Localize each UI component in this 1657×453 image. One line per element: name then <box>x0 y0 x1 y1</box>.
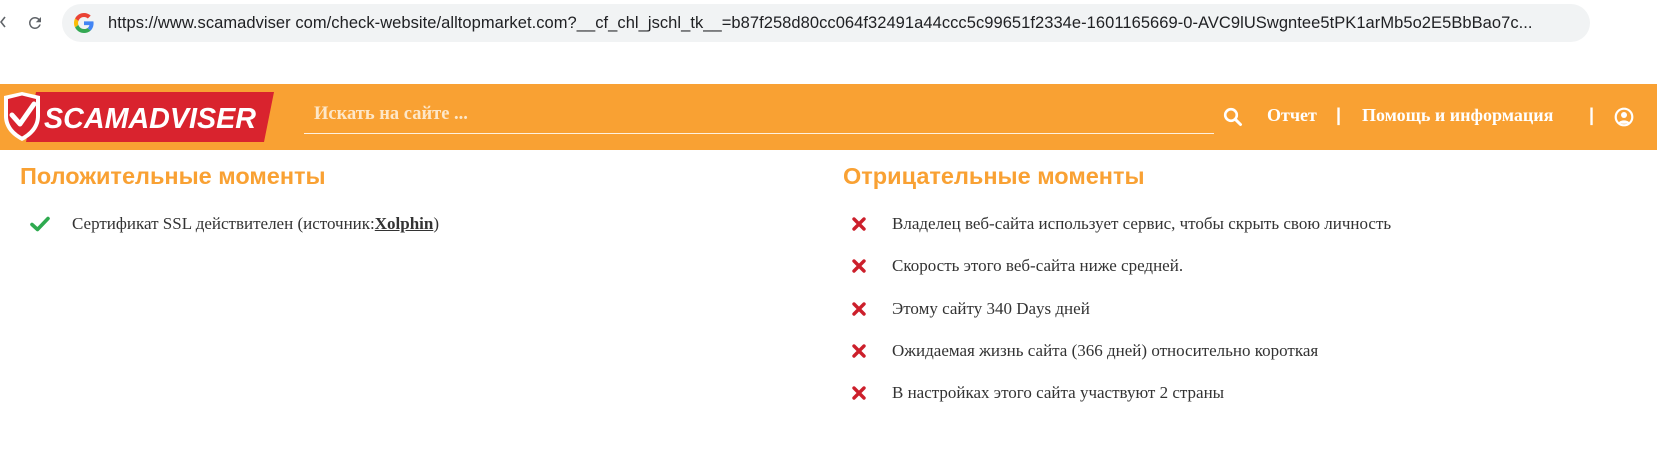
negative-item: Скорость этого веб-сайта ниже средней. <box>852 256 1183 276</box>
negative-item-text: Этому сайту 340 Days дней <box>892 299 1090 318</box>
negative-item-text: Скорость этого веб-сайта ниже средней. <box>892 256 1184 275</box>
positive-item-text: Сертификат SSL действителен (источник: <box>72 214 375 233</box>
reload-button[interactable] <box>22 10 48 36</box>
source-link[interactable]: Xolphin <box>375 214 434 234</box>
cross-icon <box>852 217 866 231</box>
negative-item-text: Владелец веб-сайта использует сервис, чт… <box>892 214 1392 233</box>
cross-icon <box>852 259 866 273</box>
site-header: SCAMADVISER Отчет | Помощь и информация … <box>0 84 1657 150</box>
scamadviser-logo[interactable]: SCAMADVISER <box>0 90 282 144</box>
negative-item-text: В настройках этого сайта участвуют 2 стр… <box>892 383 1225 402</box>
back-arrow-icon[interactable] <box>0 16 6 28</box>
search-icon[interactable] <box>1223 107 1243 127</box>
positive-title: Положительные моменты <box>20 163 326 189</box>
cross-icon <box>852 386 866 400</box>
negative-item-text: Ожидаемая жизнь сайта (366 дней) относит… <box>892 341 1319 360</box>
cross-icon <box>852 344 866 358</box>
browser-chrome: https://www.scamadviser com/check-websit… <box>0 0 1657 84</box>
svg-text:SCAMADVISER: SCAMADVISER <box>44 103 256 135</box>
site-search-input[interactable] <box>304 96 1214 132</box>
user-icon[interactable] <box>1614 107 1634 127</box>
nav-separator: | <box>1336 105 1342 125</box>
google-g-icon <box>74 13 94 33</box>
nav-separator: | <box>1589 105 1595 125</box>
positive-item-text-after: ) <box>433 214 440 233</box>
negative-item: В настройках этого сайта участвуют 2 стр… <box>852 383 1224 403</box>
negative-item: Владелец веб-сайта использует сервис, чт… <box>852 214 1391 234</box>
negative-title: Отрицательные моменты <box>843 163 1145 189</box>
positive-item: Сертификат SSL действителен (источник: X… <box>30 214 439 234</box>
check-icon <box>30 216 50 232</box>
negative-item: Ожидаемая жизнь сайта (366 дней) относит… <box>852 341 1318 361</box>
negative-item: Этому сайту 340 Days дней <box>852 299 1090 319</box>
cross-icon <box>852 302 866 316</box>
reload-icon <box>28 16 41 29</box>
nav-report-link[interactable]: Отчет <box>1267 105 1317 126</box>
url-text[interactable]: https://www.scamadviser com/check-websit… <box>108 14 1533 33</box>
nav-help-link[interactable]: Помощь и информация <box>1362 105 1553 126</box>
site-search <box>304 96 1214 134</box>
address-bar[interactable]: https://www.scamadviser com/check-websit… <box>62 4 1590 42</box>
